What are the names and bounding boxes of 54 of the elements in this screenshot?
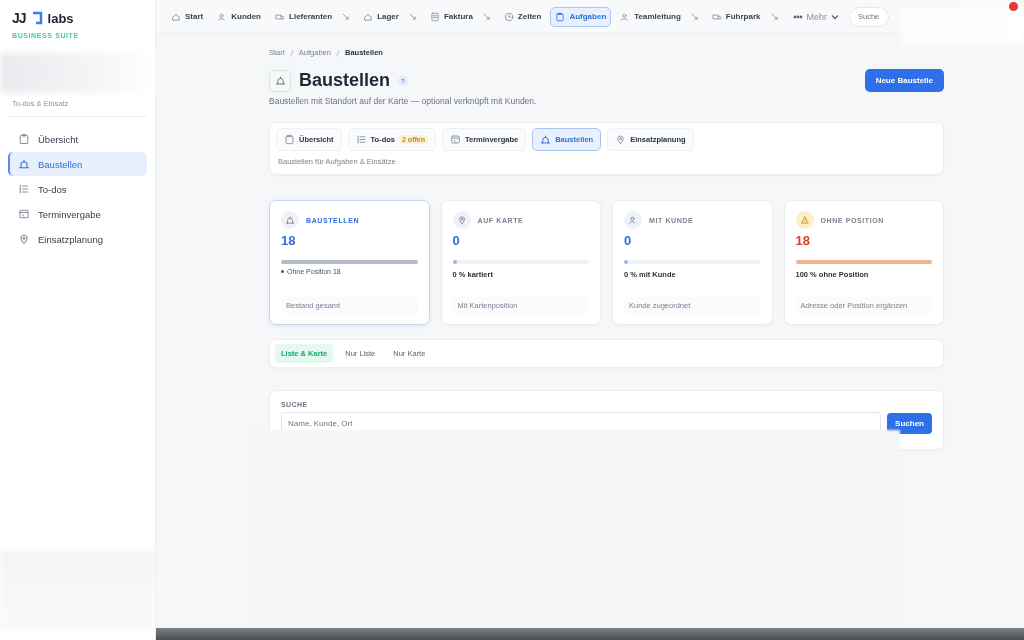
house-icon xyxy=(363,11,374,22)
list-icon xyxy=(355,134,367,145)
calendar-icon xyxy=(450,134,461,145)
brand-name: labs xyxy=(47,10,74,26)
building-icon xyxy=(285,215,295,225)
document-icon xyxy=(429,11,440,22)
house-icon xyxy=(171,11,181,22)
more-dots-icon xyxy=(792,14,803,19)
person-icon xyxy=(620,11,631,22)
sidebar-item[interactable]: Terminvergabe xyxy=(8,202,147,226)
nav-tab[interactable]: Lieferanten xyxy=(270,6,355,27)
sidebar-item[interactable]: Baustellen xyxy=(8,152,147,176)
building-icon xyxy=(18,158,30,170)
new-site-button[interactable]: Neue Baustelle xyxy=(864,69,944,92)
map-pin-icon xyxy=(18,233,30,245)
clock-icon xyxy=(503,11,514,22)
sidebar-item[interactable]: Einsatzplanung xyxy=(8,227,147,251)
breadcrumb-separator-icon xyxy=(335,48,340,57)
chevron-down-icon xyxy=(831,12,839,21)
truck-icon xyxy=(711,11,722,22)
nav-tab[interactable]: Faktura xyxy=(424,6,495,27)
stat-value: 18 xyxy=(281,233,297,248)
nav-tab[interactable]: Lager xyxy=(358,6,421,27)
notification-dot xyxy=(1009,2,1018,11)
stat-value: 18 xyxy=(795,233,811,248)
calendar-icon xyxy=(18,208,30,220)
person-icon xyxy=(628,215,638,225)
building-icon xyxy=(540,134,552,145)
sidebar-item[interactable]: To-dos xyxy=(8,177,147,201)
search-button[interactable]: Suchen xyxy=(887,412,932,434)
truck-icon xyxy=(275,11,285,22)
sidebar-item[interactable]: Übersicht xyxy=(8,127,147,151)
nav-tab[interactable]: Aufgaben xyxy=(550,6,612,27)
breadcrumb-separator-icon xyxy=(289,48,294,57)
nav-tab[interactable]: Fuhrpark xyxy=(706,6,783,27)
map-pin-icon xyxy=(456,215,467,225)
page-title: Baustellen xyxy=(299,70,391,91)
nav-tab[interactable]: Start xyxy=(166,6,209,27)
nav-tab[interactable]: Zeiten xyxy=(498,6,547,27)
clipboard-icon xyxy=(555,11,566,22)
map-pin-icon xyxy=(615,134,627,145)
stat-value: 0 xyxy=(624,233,633,248)
list-icon xyxy=(18,183,30,195)
warning-icon xyxy=(799,215,810,225)
person-icon xyxy=(217,11,228,22)
nav-tab[interactable]: Kunden xyxy=(212,6,266,27)
logo-text: JJ xyxy=(12,10,26,26)
clipboard-icon xyxy=(284,134,295,145)
bullet-icon xyxy=(281,270,284,273)
building-icon xyxy=(274,75,286,86)
stat-value: 0 xyxy=(452,233,461,248)
nav-tab[interactable]: Teamleitung xyxy=(615,6,703,27)
clipboard-icon xyxy=(18,133,30,145)
page-description: Baustellen mit Standort auf der Karte — optional verknüpft mit Kunden. xyxy=(269,96,538,106)
